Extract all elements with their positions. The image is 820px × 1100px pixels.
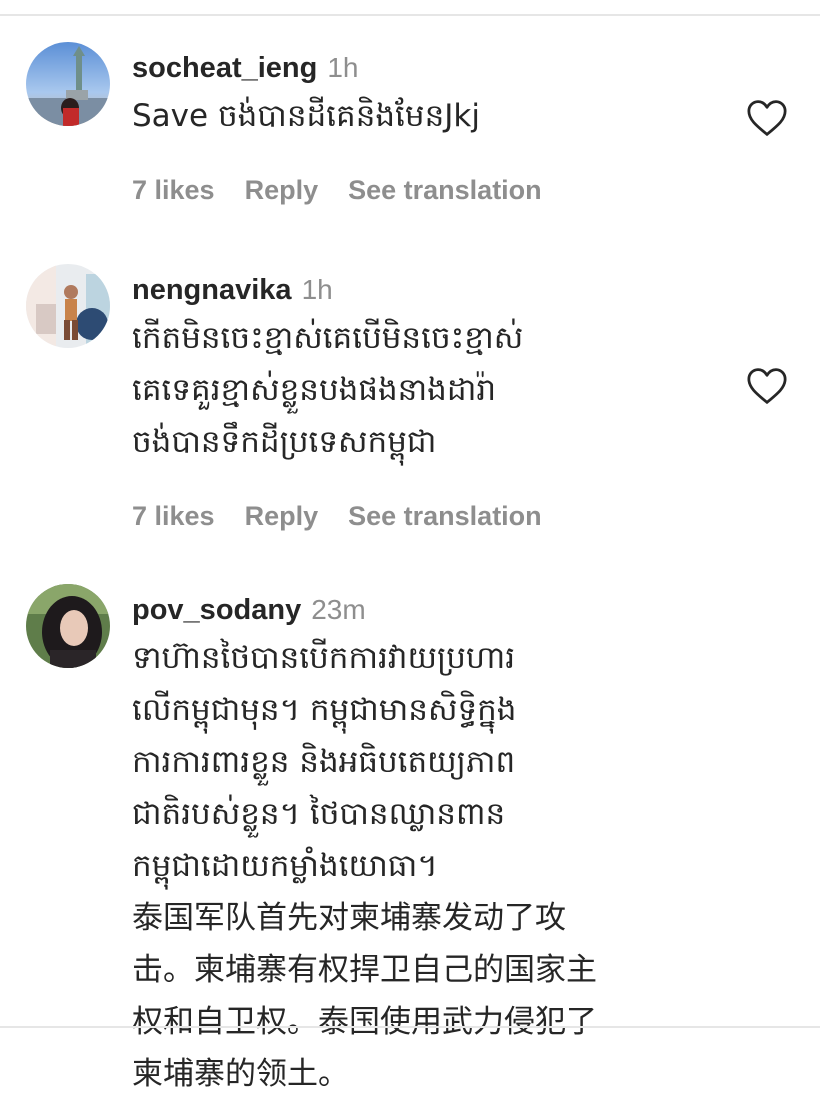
comment-body: socheat_ieng 1h Save ចង់បានដីគេនិងមែនJkj …: [132, 48, 732, 210]
likes-count[interactable]: 7 likes: [132, 501, 215, 531]
comment-text-line: ការការពារខ្លួន និងអធិបតេយ្យភាព: [132, 744, 516, 780]
comment-header: nengnavika 1h: [132, 270, 732, 310]
reply-button[interactable]: Reply: [245, 175, 319, 205]
reply-button[interactable]: Reply: [245, 501, 319, 531]
comment-text-line: កម្ពុជាដោយកម្លាំងយោធា។: [132, 848, 438, 884]
comment-text-line: 击。柬埔寨有权捍卫自己的国家主: [132, 952, 597, 988]
comment-header: pov_sodany 23m: [132, 590, 732, 630]
comment-header: socheat_ieng 1h: [132, 48, 732, 88]
comment-text-line: គេទេគួរខ្មាស់ខ្លួនបងផងនាងដារ៉ា: [132, 372, 497, 408]
username[interactable]: socheat_ieng: [132, 52, 317, 84]
likes-count[interactable]: 7 likes: [132, 175, 215, 205]
see-translation-button[interactable]: See translation: [348, 501, 542, 531]
timestamp[interactable]: 1h: [302, 274, 333, 305]
comment-text-line: លើកម្ពុជាមុន។ កម្ពុជាមានសិទ្ធិក្នុង: [132, 692, 517, 728]
comment-text-line: ចង់បានទឹកដីប្រទេសកម្ពុជា: [132, 424, 437, 460]
avatar[interactable]: [26, 264, 110, 348]
username[interactable]: nengnavika: [132, 274, 292, 306]
comment-text-line: ជាតិរបស់ខ្លួន។ ថៃបានឈ្លានពាន: [132, 796, 506, 832]
comment-text: ទាហ៊ានថៃបានបើកការវាយប្រហារ លើកម្ពុជាមុន។…: [132, 632, 722, 1100]
heart-outline-icon[interactable]: [746, 367, 788, 405]
see-translation-button[interactable]: See translation: [348, 175, 542, 205]
timestamp[interactable]: 1h: [327, 52, 358, 83]
comment-text-line: 柬埔寨的领土。: [132, 1056, 349, 1092]
comment-text-line: Save ចង់បានដីគេនិងមែនJkj: [132, 98, 480, 134]
timestamp[interactable]: 23m: [311, 594, 365, 625]
comment-text-line: 权和自卫权。泰国使用武力侵犯了: [132, 1004, 597, 1040]
comment-body: nengnavika 1h កើតមិនចេះខ្មាស់គេបើមិនចេះខ្…: [132, 270, 732, 536]
comment-actions: 7 likes Reply See translation: [132, 496, 732, 536]
comment-text-line: 泰国军队首先对柬埔寨发动了攻: [132, 900, 566, 936]
username[interactable]: pov_sodany: [132, 594, 301, 626]
avatar-person-room-icon: [26, 264, 110, 348]
avatar[interactable]: [26, 584, 110, 668]
avatar-woman-portrait-icon: [26, 584, 110, 668]
avatar-statue-of-liberty-icon: [26, 42, 110, 126]
comment-text: កើតមិនចេះខ្មាស់គេបើមិនចេះខ្មាស់ គេទេគួរខ…: [132, 312, 722, 468]
comment-text-line: ទាហ៊ានថៃបានបើកការវាយប្រហារ: [132, 640, 516, 676]
comment-actions: 7 likes Reply See translation: [132, 170, 732, 210]
bottom-divider: [0, 1026, 820, 1028]
comment-body: pov_sodany 23m ទាហ៊ានថៃបានបើកការវាយប្រហារ…: [132, 590, 732, 1100]
top-divider: [0, 14, 820, 16]
comment-text-line: កើតមិនចេះខ្មាស់គេបើមិនចេះខ្មាស់: [132, 320, 524, 356]
heart-outline-icon[interactable]: [746, 99, 788, 137]
comment-text: Save ចង់បានដីគេនិងមែនJkj: [132, 90, 722, 142]
avatar[interactable]: [26, 42, 110, 126]
